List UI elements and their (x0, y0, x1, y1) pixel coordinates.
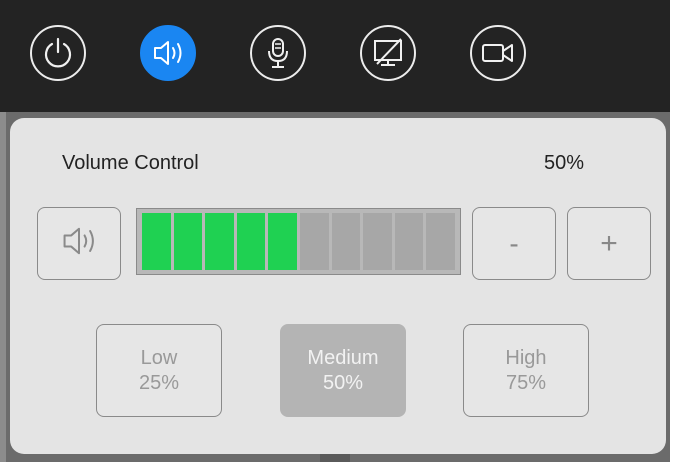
mute-button[interactable] (37, 207, 121, 280)
volume-down-button[interactable]: - (472, 207, 556, 280)
meter-segment (268, 213, 297, 270)
background-edge (0, 112, 6, 462)
volume-level-meter[interactable] (136, 208, 461, 275)
power-button[interactable] (30, 25, 86, 81)
preset-high-name: High (505, 346, 547, 369)
camera-icon (480, 39, 516, 67)
microphone-icon (263, 36, 293, 70)
speaker-icon (150, 38, 186, 68)
preset-medium-button[interactable]: Medium 50% (280, 324, 406, 417)
power-icon (41, 36, 75, 70)
preset-low-button[interactable]: Low 25% (96, 324, 222, 417)
panel-title: Volume Control (62, 152, 199, 174)
display-button[interactable] (360, 25, 416, 81)
volume-up-button[interactable]: + (567, 207, 651, 280)
speaker-button[interactable] (140, 25, 196, 81)
preset-high-button[interactable]: High 75% (463, 324, 589, 417)
meter-segment (142, 213, 171, 270)
preset-low-value: 25% (138, 371, 180, 394)
meter-segment (394, 213, 424, 270)
meter-segment (331, 213, 361, 270)
volume-percent-label: 50% (543, 152, 584, 174)
meter-segment (205, 213, 234, 270)
meter-segment (363, 213, 392, 270)
meter-segment (173, 213, 203, 270)
preset-medium-name: Medium (307, 346, 379, 369)
volume-control-panel: Volume Control 50% - + Low 25% Medium 50… (10, 118, 666, 454)
meter-segment (236, 213, 266, 270)
microphone-button[interactable] (250, 25, 306, 81)
preset-low-name: Low (140, 346, 178, 369)
speaker-icon (59, 224, 99, 263)
display-off-icon (371, 37, 405, 69)
top-toolbar (0, 0, 670, 112)
camera-button[interactable] (470, 25, 526, 81)
meter-segment (426, 213, 455, 270)
preset-high-value: 75% (505, 371, 547, 394)
preset-medium-value: 50% (322, 371, 364, 394)
meter-segment (299, 213, 329, 270)
